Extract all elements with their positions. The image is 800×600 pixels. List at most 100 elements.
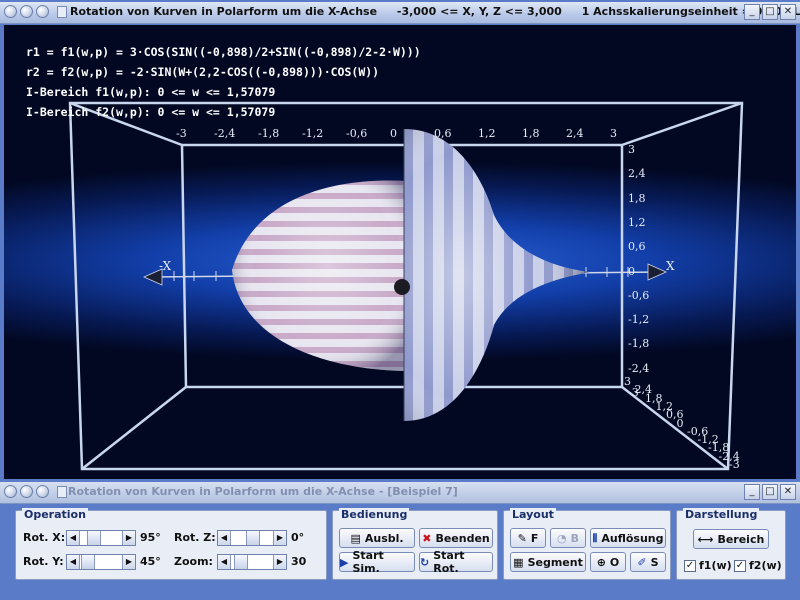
o-label: O [609, 555, 620, 569]
surface-f2 [403, 129, 590, 421]
title-circle-icon[interactable] [36, 485, 49, 498]
plot-canvas[interactable]: r1 = f1(w,p) = 3·COS(SIN((-0,898)/2+SIN(… [4, 25, 796, 479]
f1-label: f1(w) [699, 559, 732, 572]
formula-r1: r1 = f1(w,p) = 3·COS(SIN((-0,898)/2+SIN(… [26, 45, 421, 59]
f-label: F [530, 531, 539, 545]
b-button[interactable]: ◔ B [550, 528, 586, 548]
close-icon[interactable]: ✕ [780, 4, 796, 20]
window-title: Rotation von Kurven in Polarform um die … [70, 5, 800, 18]
rotate-icon: ↻ [420, 555, 430, 569]
f1-checkbox[interactable]: ✓ f1(w) [684, 559, 732, 572]
check-icon[interactable]: ✓ [684, 559, 696, 572]
bedienung-group: Bedienung ▤ Ausbl. ✖ Beenden ▶ Start Sim… [332, 508, 498, 580]
ausbl-label: Ausbl. [364, 531, 404, 545]
title-circle-icon[interactable] [36, 5, 49, 18]
rot-z-slider[interactable]: ◀ ▶ [217, 530, 287, 546]
aufloesung-label: Auflösung [601, 531, 664, 545]
zoom-value: 30 [291, 555, 307, 568]
b-label: B [570, 531, 579, 545]
formula-r2: r2 = f2(w,p) = -2·SIN(W+(2,2-COS((-0,898… [26, 65, 380, 79]
aufloesung-button[interactable]: ⦀ Auflösung [590, 528, 666, 548]
bucket-icon: ◔ [557, 531, 567, 545]
maximize-icon[interactable]: □ [762, 484, 778, 500]
window-title-range: -3,000 <= X, Y, Z <= 3,000 [396, 5, 562, 18]
title-circle-icon[interactable] [20, 5, 33, 18]
top-tick-label: 1,2 [478, 127, 496, 140]
right-tick-label: 3 [628, 143, 635, 156]
minimize-icon[interactable]: _ [744, 4, 760, 20]
bereich-button[interactable]: ⟷ Bereich [693, 529, 769, 549]
arrow-right-icon[interactable]: ▶ [122, 555, 135, 569]
arrow-right-icon[interactable]: ▶ [273, 531, 286, 545]
axis-origin-marker [394, 279, 410, 295]
title-circle-icon[interactable] [20, 485, 33, 498]
rot-z-label: Rot. Z: [174, 531, 216, 544]
close-icon[interactable]: ✕ [780, 484, 796, 500]
bereich-label: Bereich [717, 532, 765, 546]
start-rot-button[interactable]: ↻ Start Rot. [419, 549, 493, 575]
beenden-button[interactable]: ✖ Beenden [419, 528, 493, 548]
slider-thumb[interactable] [81, 555, 95, 569]
close-x-icon: ✖ [422, 531, 432, 545]
slider-thumb[interactable] [246, 531, 260, 545]
control-window-title: Rotation von Kurven in Polarform um die … [68, 485, 458, 498]
rot-y-value: 45° [140, 555, 161, 568]
play-icon: ▶ [340, 555, 349, 569]
check-icon[interactable]: ✓ [734, 559, 746, 572]
zoom-slider[interactable]: ◀ ▶ [217, 554, 287, 570]
f2-checkbox[interactable]: ✓ f2(w) [734, 559, 782, 572]
darstellung-title: Darstellung [683, 508, 760, 521]
right-tick-label: -0,6 [628, 288, 650, 302]
minimize-icon[interactable]: _ [744, 484, 760, 500]
slider-thumb[interactable] [87, 531, 101, 545]
f-button[interactable]: ✎ F [510, 528, 546, 548]
rot-z-value: 0° [291, 531, 305, 544]
arrow-left-icon[interactable]: ◀ [218, 531, 231, 545]
brush-icon: ✎ [517, 531, 527, 545]
window-title-main: Rotation von Kurven in Polarform um die … [70, 5, 378, 18]
ausbl-button[interactable]: ▤ Ausbl. [339, 528, 415, 548]
control-title-circles [4, 485, 49, 498]
beenden-label: Beenden [435, 531, 490, 545]
start-sim-label: Start Sim. [352, 549, 384, 575]
segment-button[interactable]: ▦ Segment [510, 552, 586, 572]
rot-y-label: Rot. Y: [23, 555, 64, 568]
top-tick-label: -3 [176, 127, 187, 140]
start-sim-button[interactable]: ▶ Start Sim. [339, 549, 415, 575]
crosshair-icon: ⊕ [596, 555, 606, 569]
right-tick-label: 0 [628, 264, 635, 278]
rot-x-slider[interactable]: ◀ ▶ [66, 530, 136, 546]
top-tick-label: 3 [610, 127, 617, 140]
interval-f2: I-Bereich f2(w,p): 0 <= w <= 1,57079 [26, 105, 276, 119]
control-title-bar: Rotation von Kurven in Polarform um die … [0, 482, 800, 504]
control-window-controls: _ □ ✕ [744, 484, 796, 500]
rot-y-slider[interactable]: ◀ ▶ [66, 554, 136, 570]
surface-f1 [232, 180, 406, 371]
hide-icon: ▤ [350, 531, 361, 545]
arrow-right-icon[interactable]: ▶ [273, 555, 286, 569]
title-circle-icon[interactable] [4, 5, 17, 18]
s-button[interactable]: ✐ S [630, 552, 666, 572]
arrow-left-icon[interactable]: ◀ [67, 555, 80, 569]
right-tick-label: 0,6 [628, 240, 646, 254]
title-circle-icon[interactable] [4, 485, 17, 498]
right-tick-label: 1,8 [628, 191, 646, 205]
darstellung-group: Darstellung ⟷ Bereich ✓ f1(w) ✓ f2(w) [676, 508, 786, 580]
bedienung-title: Bedienung [339, 508, 410, 521]
o-button[interactable]: ⊕ O [590, 552, 626, 572]
top-tick-label: 0,6 [434, 127, 452, 140]
x-axis-right-label: X [666, 259, 675, 273]
arrow-left-icon[interactable]: ◀ [218, 555, 231, 569]
right-tick-label: -1,2 [628, 313, 650, 327]
grid-icon: ▦ [513, 555, 524, 569]
arrow-right-icon[interactable]: ▶ [122, 531, 135, 545]
slider-thumb[interactable] [234, 555, 248, 569]
main-title-bar: Rotation von Kurven in Polarform um die … [0, 2, 800, 24]
maximize-icon[interactable]: □ [762, 4, 778, 20]
top-tick-label: -1,2 [302, 127, 324, 140]
window-icon [57, 6, 67, 18]
window-icon [57, 486, 67, 498]
depth-tick-label: 3 [624, 375, 631, 388]
f2-label: f2(w) [749, 559, 782, 572]
arrow-left-icon[interactable]: ◀ [67, 531, 80, 545]
